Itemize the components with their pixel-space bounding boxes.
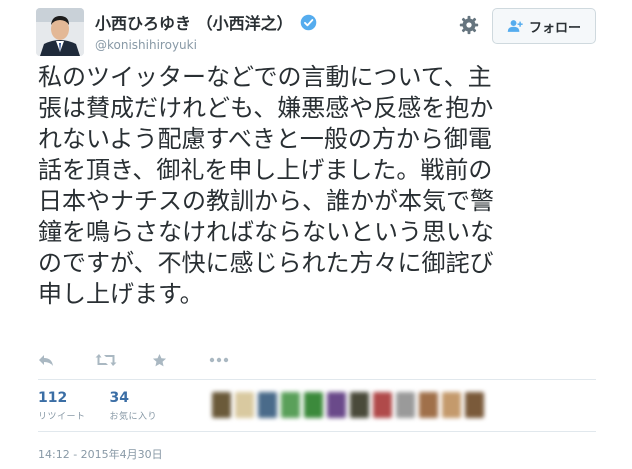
favoriter-avatar[interactable] (419, 392, 438, 418)
favoriter-avatar[interactable] (350, 392, 369, 418)
divider-top (38, 379, 596, 380)
favoriter-avatar[interactable] (212, 392, 231, 418)
retweet-label: リツイート (38, 412, 86, 422)
display-name[interactable]: 小西ひろゆき （小西洋之） (95, 10, 293, 34)
follow-user-icon (507, 20, 523, 32)
favorite-count: 34 (109, 390, 129, 406)
favorite-icon (152, 353, 167, 366)
follow-button[interactable]: フォロー (492, 8, 596, 44)
gear-icon[interactable] (455, 12, 483, 38)
favoriter-avatar[interactable] (327, 392, 346, 418)
verified-badge-icon (300, 14, 316, 30)
favoriter-avatars (212, 392, 484, 418)
favoriter-avatar[interactable] (304, 392, 323, 418)
retweet-count: 112 (38, 390, 68, 406)
favoriter-avatar[interactable] (442, 392, 461, 418)
more-button[interactable] (209, 350, 266, 370)
avatar[interactable] (36, 8, 84, 56)
favoriter-avatar[interactable] (373, 392, 392, 418)
favorite-label: お気に入り (109, 412, 158, 422)
name-row: 小西ひろゆき （小西洋之） (95, 10, 317, 34)
reply-button[interactable] (38, 350, 95, 370)
retweet-stat[interactable]: 112 リツイート (38, 390, 86, 422)
divider-bottom (38, 431, 596, 432)
user-handle[interactable]: @konishihiroyuki (95, 38, 197, 52)
more-icon (209, 357, 229, 363)
gear-icon-graphic (459, 15, 479, 35)
tweet-timestamp[interactable]: 14:12 - 2015年4月30日 (38, 446, 163, 462)
favoriter-avatar[interactable] (258, 392, 277, 418)
tweet-text: 私のツイッターなどでの言動について、主 張は賛成だけれども、嫌悪感や反感を抱か … (38, 63, 494, 308)
follow-label: フォロー (528, 20, 581, 36)
favoriter-avatar[interactable] (465, 392, 484, 418)
reply-icon (39, 354, 53, 366)
favorite-button[interactable] (152, 350, 209, 370)
avatar-image (36, 8, 84, 56)
tweet-actions (38, 350, 266, 370)
retweet-icon (95, 354, 117, 366)
retweet-button[interactable] (95, 350, 152, 370)
favoriter-avatar[interactable] (235, 392, 254, 418)
favoriter-avatar[interactable] (281, 392, 300, 418)
tweet-stats: 112 リツイート 34 お気に入り (38, 390, 181, 422)
favorite-stat[interactable]: 34 お気に入り (110, 390, 158, 422)
favoriter-avatar[interactable] (396, 392, 415, 418)
